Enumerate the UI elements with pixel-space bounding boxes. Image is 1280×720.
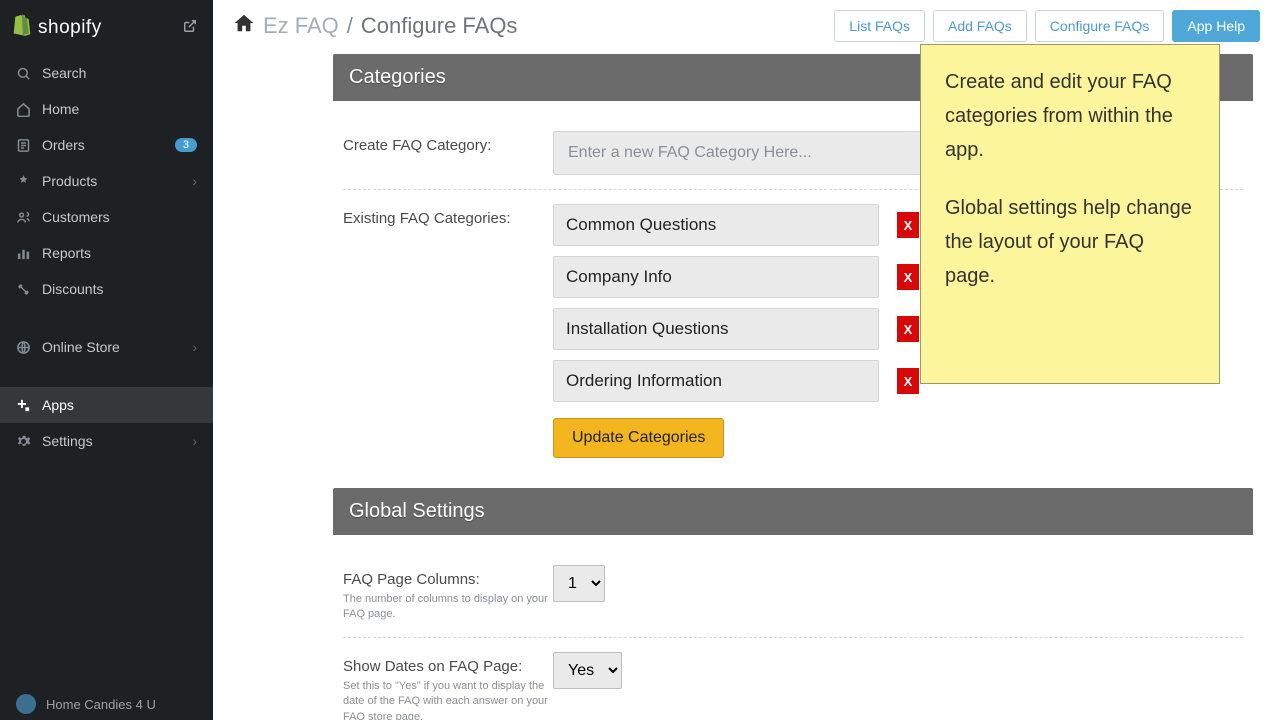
store-name: Home Candies 4 U [46, 697, 156, 712]
breadcrumb-app[interactable]: Ez FAQ [263, 13, 339, 39]
topbar-actions: List FAQs Add FAQs Configure FAQs App He… [834, 10, 1260, 42]
nav-discounts[interactable]: Discounts [0, 271, 213, 307]
breadcrumb-page: Configure FAQs [361, 13, 518, 39]
delete-category-button[interactable]: X [897, 212, 919, 238]
nav-products[interactable]: Products › [0, 163, 213, 199]
nav-search[interactable]: Search [0, 55, 213, 91]
nav-customers[interactable]: Customers [0, 199, 213, 235]
add-faqs-button[interactable]: Add FAQs [933, 10, 1027, 42]
existing-categories-label: Existing FAQ Categories: [343, 204, 553, 227]
logo-text: shopify [38, 17, 102, 39]
shopify-icon [12, 14, 32, 41]
store-icon [12, 340, 34, 355]
sticky-paragraph: Create and edit your FAQ categories from… [945, 65, 1195, 167]
delete-category-button[interactable]: X [897, 316, 919, 342]
show-dates-label: Show Dates on FAQ Page: [343, 658, 522, 675]
breadcrumb: Ez FAQ / Configure FAQs [233, 12, 517, 40]
configure-faqs-button[interactable]: Configure FAQs [1035, 10, 1165, 42]
list-faqs-button[interactable]: List FAQs [834, 10, 925, 42]
category-input[interactable] [553, 360, 879, 402]
help-sticky-note: Create and edit your FAQ categories from… [920, 44, 1220, 384]
discounts-icon [12, 282, 34, 297]
orders-badge: 3 [175, 138, 197, 152]
app-help-button[interactable]: App Help [1172, 10, 1260, 42]
category-input[interactable] [553, 308, 879, 350]
show-dates-select[interactable]: Yes [553, 652, 622, 689]
nav-online-store[interactable]: Online Store › [0, 329, 213, 365]
home-icon [12, 102, 34, 117]
products-icon [12, 174, 34, 189]
customers-icon [12, 210, 34, 225]
nav-orders[interactable]: Orders 3 [0, 127, 213, 163]
delete-category-button[interactable]: X [897, 264, 919, 290]
home-icon[interactable] [233, 12, 255, 40]
nav-home[interactable]: Home [0, 91, 213, 127]
search-icon [12, 66, 34, 81]
show-dates-help: Set this to "Yes" if you want to display… [343, 679, 553, 720]
category-input[interactable] [553, 204, 879, 246]
chevron-right-icon: › [192, 339, 197, 355]
main: Ez FAQ / Configure FAQs List FAQs Add FA… [213, 0, 1280, 720]
faq-columns-select[interactable]: 1 [553, 565, 605, 602]
chevron-right-icon: › [192, 433, 197, 449]
avatar [16, 694, 36, 714]
global-settings-body: FAQ Page Columns: The number of columns … [333, 535, 1253, 720]
update-categories-button[interactable]: Update Categories [553, 418, 724, 458]
sidebar-header: shopify [0, 0, 213, 55]
faq-columns-help: The number of columns to display on your… [343, 592, 553, 623]
gear-icon [12, 434, 34, 449]
logo[interactable]: shopify [12, 14, 102, 41]
delete-category-button[interactable]: X [897, 368, 919, 394]
sticky-paragraph: Global settings help change the layout o… [945, 191, 1195, 293]
breadcrumb-separator: / [347, 13, 353, 39]
nav-reports[interactable]: Reports [0, 235, 213, 271]
reports-icon [12, 246, 34, 261]
category-input[interactable] [553, 256, 879, 298]
orders-icon [12, 138, 34, 153]
apps-icon [12, 398, 34, 413]
create-category-label: Create FAQ Category: [343, 131, 553, 154]
sidebar: shopify Search Home Orders 3 Products › … [0, 0, 213, 720]
chevron-right-icon: › [192, 173, 197, 189]
nav-apps[interactable]: Apps [0, 387, 213, 423]
global-settings-header: Global Settings [333, 488, 1253, 535]
sidebar-footer[interactable]: Home Candies 4 U [0, 688, 213, 720]
nav-settings[interactable]: Settings › [0, 423, 213, 459]
external-link-icon[interactable] [183, 19, 197, 36]
faq-columns-label: FAQ Page Columns: [343, 571, 480, 588]
